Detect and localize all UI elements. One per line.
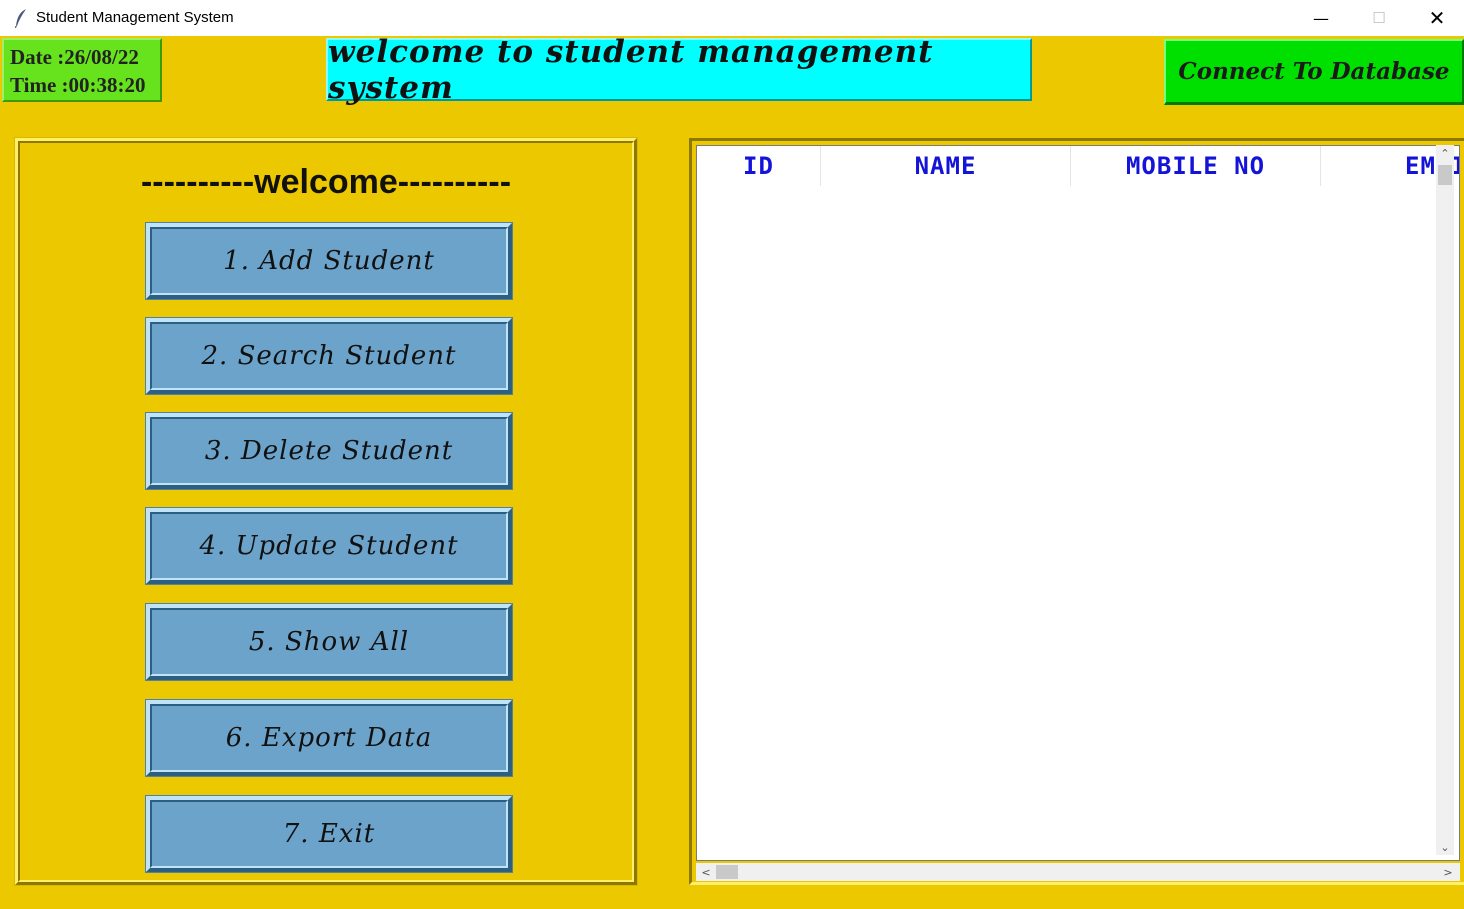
- vertical-scrollbar[interactable]: ⌃ ⌄: [1436, 145, 1454, 855]
- column-header-mobile[interactable]: MOBILE NO: [1071, 146, 1321, 186]
- search-student-button[interactable]: 2. Search Student: [145, 317, 513, 395]
- welcome-heading: ----------welcome----------: [140, 163, 512, 201]
- minimize-button[interactable]: —: [1292, 0, 1350, 36]
- show-all-label: 5. Show All: [248, 627, 410, 657]
- welcome-banner: welcome to student management system: [326, 34, 1032, 106]
- horizontal-scroll-thumb[interactable]: [716, 865, 738, 879]
- table-frame: ID NAME MOBILE NO EMAIL ⌃ ⌄ < >: [689, 138, 1464, 885]
- student-table[interactable]: ID NAME MOBILE NO EMAIL: [696, 145, 1460, 861]
- exit-label: 7. Exit: [282, 819, 376, 849]
- column-header-name[interactable]: NAME: [821, 146, 1071, 186]
- horizontal-scrollbar[interactable]: < >: [696, 863, 1460, 881]
- show-all-button[interactable]: 5. Show All: [145, 603, 513, 681]
- window-title: Student Management System: [36, 9, 234, 26]
- scroll-left-icon[interactable]: <: [698, 863, 714, 881]
- menu-frame-inner: ----------welcome---------- 1. Add Stude…: [18, 141, 634, 882]
- date-time-display: Date :26/08/22 Time :00:38:20: [2, 38, 162, 102]
- update-student-button[interactable]: 4. Update Student: [145, 507, 513, 585]
- search-student-label: 2. Search Student: [201, 341, 457, 371]
- add-student-label: 1. Add Student: [223, 246, 435, 276]
- feather-icon: [14, 9, 26, 28]
- close-button[interactable]: ✕: [1408, 0, 1464, 36]
- maximize-button[interactable]: ☐: [1350, 0, 1408, 36]
- column-header-id[interactable]: ID: [697, 146, 821, 186]
- main-window: Date :26/08/22 Time :00:38:20 welcome to…: [0, 34, 1464, 909]
- connect-database-button[interactable]: Connect To Database: [1164, 39, 1464, 105]
- update-student-label: 4. Update Student: [199, 531, 459, 561]
- time-label: Time :00:38:20: [10, 73, 146, 97]
- exit-button[interactable]: 7. Exit: [145, 795, 513, 873]
- scroll-right-icon[interactable]: >: [1440, 863, 1456, 881]
- vertical-scroll-thumb[interactable]: [1438, 165, 1452, 185]
- date-label: Date :26/08/22: [10, 45, 139, 69]
- scroll-down-icon[interactable]: ⌄: [1436, 839, 1454, 855]
- delete-student-button[interactable]: 3. Delete Student: [145, 412, 513, 490]
- table-header: ID NAME MOBILE NO EMAIL: [697, 146, 1459, 186]
- menu-frame: ----------welcome---------- 1. Add Stude…: [14, 137, 638, 886]
- window-titlebar: Student Management System — ☐ ✕: [0, 0, 1464, 36]
- delete-student-label: 3. Delete Student: [204, 436, 454, 466]
- export-data-label: 6. Export Data: [225, 723, 433, 753]
- add-student-button[interactable]: 1. Add Student: [145, 222, 513, 300]
- scroll-up-icon[interactable]: ⌃: [1436, 145, 1454, 161]
- export-data-button[interactable]: 6. Export Data: [145, 699, 513, 777]
